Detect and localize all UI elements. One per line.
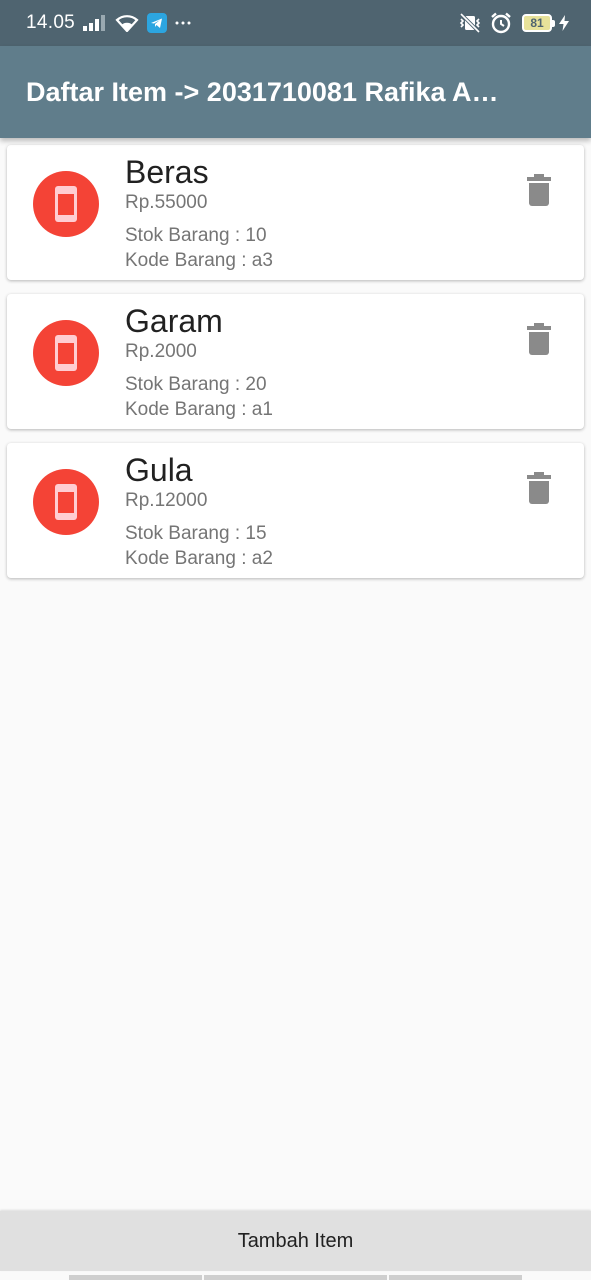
battery-level: 81	[522, 14, 552, 32]
item-price: Rp.2000	[125, 341, 197, 362]
item-code: Kode Barang : a2	[125, 548, 273, 569]
app-bar: Daftar Item -> 2031710081 Rafika Amelia …	[0, 46, 591, 138]
wifi-icon	[115, 14, 139, 32]
item-name: Gula	[125, 452, 193, 488]
delete-button[interactable]	[524, 469, 554, 507]
nav-handle-center	[204, 1275, 387, 1280]
item-card-beras[interactable]: Beras Rp.55000 Stok Barang : 10 Kode Bar…	[7, 145, 584, 280]
add-item-button[interactable]: Tambah Item	[0, 1211, 591, 1271]
phone-icon	[33, 320, 99, 386]
status-bar: 14.05 81	[0, 0, 591, 46]
item-stock: Stok Barang : 20	[125, 374, 267, 395]
delete-button[interactable]	[524, 171, 554, 209]
status-time: 14.05	[26, 12, 76, 33]
nav-handle-right	[389, 1275, 522, 1280]
alarm-icon	[490, 12, 512, 34]
trash-icon	[527, 174, 551, 206]
delete-button[interactable]	[524, 320, 554, 358]
more-dots-icon	[175, 20, 191, 26]
page-title: Daftar Item -> 2031710081 Rafika Amelia …	[26, 76, 506, 107]
charging-icon	[559, 15, 569, 31]
item-name: Beras	[125, 154, 209, 190]
item-card-garam[interactable]: Garam Rp.2000 Stok Barang : 20 Kode Bara…	[7, 294, 584, 429]
telegram-icon	[147, 13, 168, 33]
screen: 14.05 81 Daftar Item -> 2031710081 Rafik…	[0, 0, 591, 1280]
item-stock: Stok Barang : 10	[125, 225, 267, 246]
phone-icon	[33, 469, 99, 535]
item-name: Garam	[125, 303, 223, 339]
trash-icon	[527, 472, 551, 504]
nav-handle-left	[69, 1275, 202, 1280]
vibrate-off-icon	[458, 13, 482, 33]
item-price: Rp.12000	[125, 490, 208, 511]
item-list: Beras Rp.55000 Stok Barang : 10 Kode Bar…	[7, 145, 584, 592]
trash-icon	[527, 323, 551, 355]
phone-icon	[33, 171, 99, 237]
item-stock: Stok Barang : 15	[125, 523, 267, 544]
item-code: Kode Barang : a3	[125, 250, 273, 271]
battery-icon: 81	[522, 14, 555, 32]
item-code: Kode Barang : a1	[125, 399, 273, 420]
item-price: Rp.55000	[125, 192, 208, 213]
signal-icon	[83, 15, 107, 31]
item-card-gula[interactable]: Gula Rp.12000 Stok Barang : 15 Kode Bara…	[7, 443, 584, 578]
